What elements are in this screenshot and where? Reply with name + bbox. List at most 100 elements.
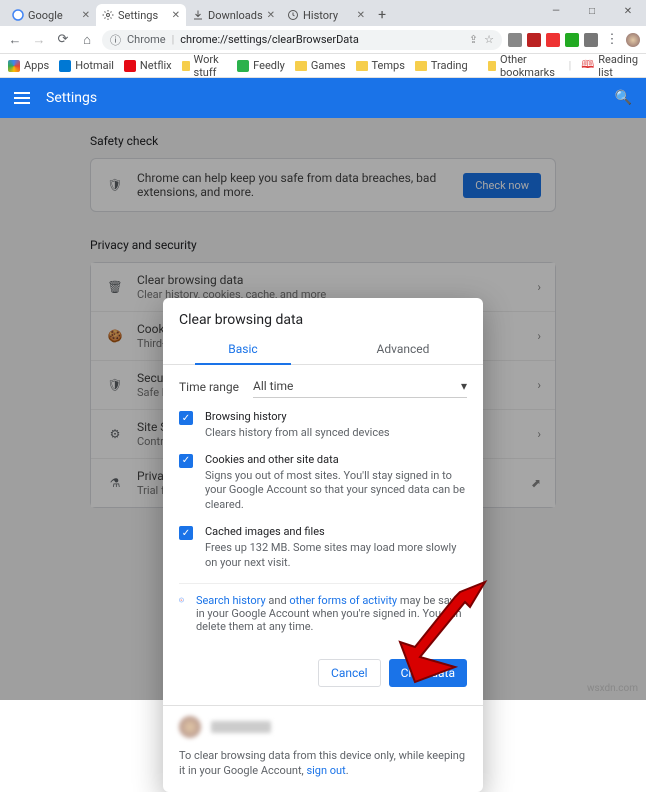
close-icon[interactable]: ✕ bbox=[172, 10, 180, 21]
checkbox-subtitle: Clears history from all synced devices bbox=[205, 426, 390, 441]
menu-icon[interactable] bbox=[14, 92, 30, 104]
search-history-link[interactable]: Search history bbox=[196, 594, 266, 607]
checkbox-browsing-history[interactable]: ✓ Browsing historyClears history from al… bbox=[179, 410, 467, 441]
tab-basic[interactable]: Basic bbox=[163, 334, 323, 364]
tab-advanced[interactable]: Advanced bbox=[323, 334, 483, 364]
checkbox-icon: ✓ bbox=[179, 411, 193, 425]
menu-icon[interactable]: ⋮ bbox=[603, 31, 621, 49]
window-close[interactable]: ✕ bbox=[610, 0, 646, 22]
address-bar[interactable]: ⓘ Chrome | chrome://settings/clearBrowse… bbox=[102, 30, 502, 50]
clear-browsing-data-dialog: Clear browsing data Basic Advanced Time … bbox=[163, 298, 483, 792]
reading-list-icon: 🕮 bbox=[581, 56, 594, 75]
google-activity-info: G Search history and other forms of acti… bbox=[179, 583, 467, 639]
cancel-button[interactable]: Cancel bbox=[318, 659, 381, 687]
time-range-label: Time range bbox=[179, 380, 239, 394]
window-maximize[interactable]: □ bbox=[574, 0, 610, 22]
feedly-icon bbox=[237, 60, 249, 72]
folder-icon bbox=[488, 61, 496, 71]
settings-content: Safety check 🛡 Chrome can help keep you … bbox=[0, 118, 646, 700]
clear-data-button[interactable]: Clear data bbox=[389, 659, 467, 687]
close-icon[interactable]: ✕ bbox=[357, 10, 365, 21]
time-range-select[interactable]: All time ▾ bbox=[253, 375, 467, 398]
extension-icon[interactable] bbox=[527, 33, 541, 47]
bookmark-label: Feedly bbox=[253, 59, 285, 72]
avatar bbox=[179, 716, 201, 738]
tab-label: History bbox=[303, 9, 353, 22]
time-range-value: All time bbox=[253, 379, 293, 393]
google-icon: G bbox=[179, 594, 184, 606]
bookmark-feedly[interactable]: Feedly bbox=[237, 59, 285, 72]
close-icon[interactable]: ✕ bbox=[267, 10, 275, 21]
site-info-icon[interactable]: ⓘ bbox=[110, 32, 121, 48]
tab-label: Downloads bbox=[208, 9, 263, 22]
settings-header: Settings 🔍 bbox=[0, 78, 646, 118]
watermark: wsxdn.com bbox=[587, 683, 638, 694]
folder-icon bbox=[182, 61, 190, 71]
info-text: and bbox=[266, 594, 290, 607]
dialog-title: Clear browsing data bbox=[163, 298, 483, 334]
other-bookmarks[interactable]: Other bookmarks bbox=[488, 53, 559, 79]
back-button[interactable]: ← bbox=[6, 31, 24, 49]
tab-google[interactable]: Google ✕ bbox=[6, 4, 96, 26]
home-button[interactable]: ⌂ bbox=[78, 31, 96, 49]
extensions-menu-icon[interactable] bbox=[584, 33, 598, 47]
folder-icon bbox=[415, 61, 427, 71]
google-favicon bbox=[12, 9, 24, 21]
apps-shortcut[interactable]: Apps bbox=[8, 59, 49, 72]
apps-icon bbox=[8, 60, 20, 72]
forward-button[interactable]: → bbox=[30, 31, 48, 49]
checkbox-icon: ✓ bbox=[179, 526, 193, 540]
hotmail-icon bbox=[59, 60, 71, 72]
sign-out-link[interactable]: sign out bbox=[306, 764, 345, 777]
folder-icon bbox=[295, 61, 307, 71]
bookmarks-bar: Apps Hotmail Netflix Work stuff Feedly G… bbox=[0, 54, 646, 78]
bookmark-hotmail[interactable]: Hotmail bbox=[59, 59, 114, 72]
tab-settings[interactable]: Settings ✕ bbox=[96, 4, 186, 26]
other-activity-link[interactable]: other forms of activity bbox=[289, 594, 397, 607]
extension-icon[interactable] bbox=[565, 33, 579, 47]
window-controls: — □ ✕ bbox=[538, 0, 646, 22]
signout-text: To clear browsing data from this device … bbox=[179, 748, 467, 779]
chevron-down-icon: ▾ bbox=[461, 379, 467, 393]
window-minimize[interactable]: — bbox=[538, 0, 574, 22]
extension-icon[interactable] bbox=[508, 33, 522, 47]
tab-history[interactable]: History ✕ bbox=[281, 4, 371, 26]
checkbox-subtitle: Frees up 132 MB. Some sites may load mor… bbox=[205, 541, 467, 571]
browser-toolbar: ← → ⟳ ⌂ ⓘ Chrome | chrome://settings/cle… bbox=[0, 26, 646, 54]
dialog-tabs: Basic Advanced bbox=[163, 334, 483, 365]
bookmark-label: Other bookmarks bbox=[500, 53, 559, 79]
checkbox-title: Cached images and files bbox=[205, 525, 325, 538]
bookmark-folder-workstuff[interactable]: Work stuff bbox=[182, 53, 228, 79]
tab-label: Google bbox=[28, 9, 78, 22]
bookmark-label: Netflix bbox=[140, 59, 172, 72]
bookmark-label: Temps bbox=[372, 59, 405, 72]
gear-icon bbox=[102, 9, 114, 21]
bookmark-label: Games bbox=[311, 59, 346, 72]
star-icon[interactable]: ☆ bbox=[484, 33, 494, 46]
tab-downloads[interactable]: Downloads ✕ bbox=[186, 4, 281, 26]
bookmark-label: Apps bbox=[24, 59, 49, 72]
close-icon[interactable]: ✕ bbox=[82, 10, 90, 21]
bookmark-folder-trading[interactable]: Trading bbox=[415, 59, 468, 72]
extension-icon[interactable] bbox=[546, 33, 560, 47]
bookmark-netflix[interactable]: Netflix bbox=[124, 59, 172, 72]
search-icon[interactable]: 🔍 bbox=[615, 90, 632, 106]
new-tab-button[interactable]: + bbox=[371, 4, 393, 26]
checkbox-cached[interactable]: ✓ Cached images and files Frees up 132 MB… bbox=[179, 525, 467, 571]
netflix-icon bbox=[124, 60, 136, 72]
reading-list[interactable]: 🕮Reading list bbox=[581, 53, 638, 79]
checkbox-icon: ✓ bbox=[179, 454, 193, 468]
bookmark-label: Trading bbox=[431, 59, 468, 72]
bookmark-folder-temps[interactable]: Temps bbox=[356, 59, 405, 72]
checkbox-title: Cookies and other site data bbox=[205, 453, 339, 466]
reload-button[interactable]: ⟳ bbox=[54, 31, 72, 49]
account-info bbox=[179, 716, 467, 738]
avatar[interactable] bbox=[626, 33, 640, 47]
bookmark-label: Work stuff bbox=[194, 53, 228, 79]
folder-icon bbox=[356, 61, 368, 71]
bookmark-folder-games[interactable]: Games bbox=[295, 59, 346, 72]
checkbox-cookies[interactable]: ✓ Cookies and other site dataSigns you o… bbox=[179, 453, 467, 513]
account-name-redacted bbox=[211, 721, 271, 733]
bookmark-label: Hotmail bbox=[75, 59, 114, 72]
share-icon[interactable]: ⇪ bbox=[469, 33, 478, 46]
